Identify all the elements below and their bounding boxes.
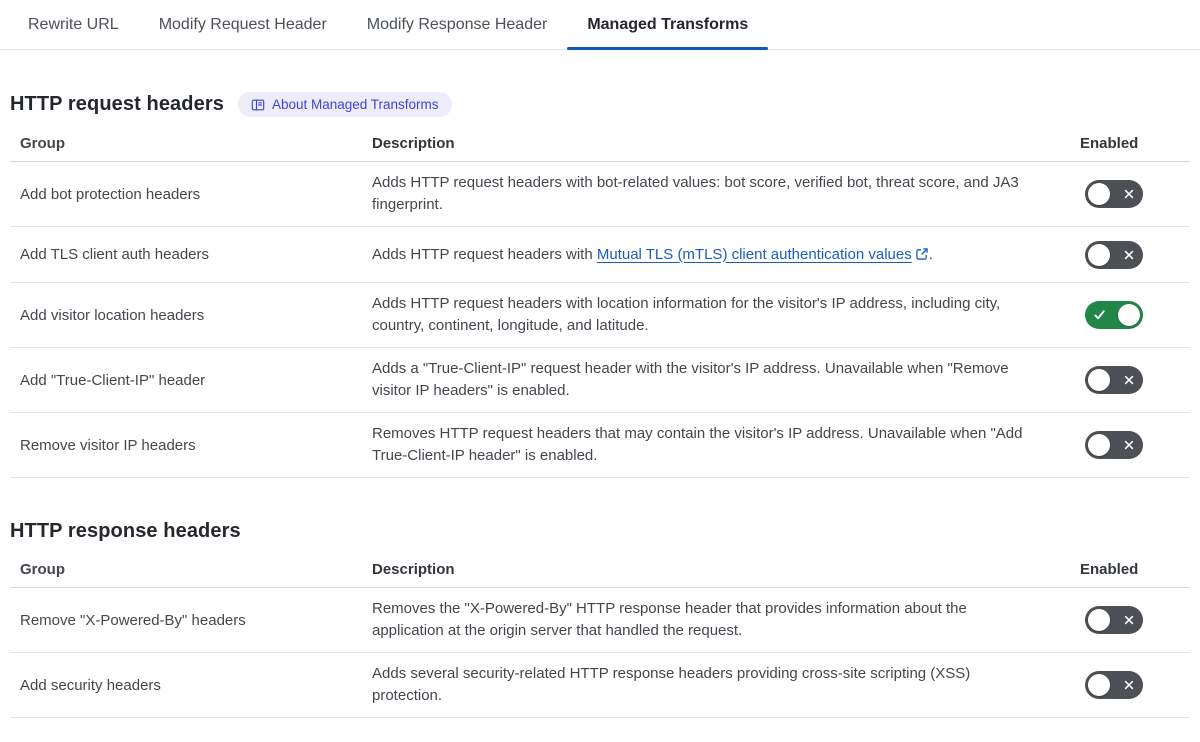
transform-rules-tabbar: Rewrite URL Modify Request Header Modify… <box>0 0 1200 50</box>
x-icon <box>1123 439 1135 451</box>
x-icon <box>1123 188 1135 200</box>
tab-modify-response-header[interactable]: Modify Response Header <box>347 0 568 49</box>
table-row: Remove "X-Powered-By" headers Removes th… <box>10 588 1190 653</box>
row-group-label: Add bot protection headers <box>20 185 201 203</box>
x-icon <box>1123 374 1135 386</box>
table: Group Description Enabled Add bot protec… <box>10 131 1190 478</box>
enabled-toggle[interactable] <box>1085 240 1143 269</box>
description-text: Adds HTTP request headers with <box>372 245 597 263</box>
section-header: HTTP response headers <box>10 520 1190 543</box>
section: HTTP response headers Group Description … <box>10 520 1190 718</box>
tab-rewrite-url[interactable]: Rewrite URL <box>8 0 139 49</box>
enabled-toggle[interactable] <box>1085 671 1143 699</box>
section-title: HTTP request headers <box>10 93 224 115</box>
row-group-label: Add security headers <box>20 676 161 694</box>
enabled-toggle[interactable] <box>1085 366 1143 394</box>
tab-label: Rewrite URL <box>28 15 119 33</box>
section-header: HTTP request headers About Managed Trans… <box>10 92 1190 117</box>
table: Group Description Enabled Remove "X-Powe… <box>10 557 1190 718</box>
row-group-label: Add TLS client auth headers <box>20 246 210 263</box>
toggle-knob <box>1088 674 1110 696</box>
x-icon <box>1123 249 1135 261</box>
row-description: Adds a "True-Client-IP" request header w… <box>372 360 1009 399</box>
row-enabled-cell <box>1080 671 1190 699</box>
section-title: HTTP response headers <box>10 520 241 542</box>
table-header-row: Group Description Enabled <box>10 131 1190 162</box>
managed-transforms-content: HTTP request headers About Managed Trans… <box>0 92 1200 718</box>
description-text: . <box>928 245 933 263</box>
about-managed-transforms-badge[interactable]: About Managed Transforms <box>237 92 452 117</box>
table-row: Add security headers Adds several securi… <box>10 653 1190 718</box>
row-group-label: Add "True-Client-IP" header <box>20 371 206 389</box>
row-group-label: Add visitor location headers <box>20 306 205 324</box>
row-enabled-cell <box>1080 301 1190 329</box>
table-row: Add "True-Client-IP" header Adds a "True… <box>10 348 1190 413</box>
enabled-toggle[interactable] <box>1085 431 1143 459</box>
enabled-toggle[interactable] <box>1085 180 1143 208</box>
row-enabled-cell <box>1080 366 1190 394</box>
tab-label: Modify Response Header <box>366 15 548 33</box>
row-description: Adds several security-related HTTP respo… <box>372 665 971 704</box>
toggle-knob <box>1118 304 1140 326</box>
row-description: Adds HTTP request headers with bot-relat… <box>372 174 1019 213</box>
row-enabled-cell <box>1080 240 1190 269</box>
tab-modify-request-header[interactable]: Modify Request Header <box>139 0 347 49</box>
row-enabled-cell <box>1080 431 1190 459</box>
toggle-knob <box>1088 609 1110 631</box>
book-icon <box>251 98 265 112</box>
column-header-description: Description <box>372 135 455 152</box>
toggle-knob <box>1088 369 1110 391</box>
external-link-icon <box>912 246 929 263</box>
table-row: Add bot protection headers Adds HTTP req… <box>10 162 1190 227</box>
check-icon <box>1093 309 1106 322</box>
description-link[interactable]: Mutual TLS (mTLS) client authentication … <box>597 246 929 263</box>
enabled-toggle[interactable] <box>1085 606 1143 634</box>
toggle-knob <box>1088 434 1110 456</box>
x-icon <box>1123 679 1135 691</box>
table-row: Add TLS client auth headers Adds HTTP re… <box>10 227 1190 283</box>
table-row: Add visitor location headers Adds HTTP r… <box>10 283 1190 348</box>
column-header-enabled: Enabled <box>1080 135 1139 152</box>
row-group-label: Remove "X-Powered-By" headers <box>20 611 246 629</box>
section: HTTP request headers About Managed Trans… <box>10 92 1190 478</box>
column-header-group: Group <box>20 135 65 152</box>
table-row: Remove visitor IP headers Removes HTTP r… <box>10 413 1190 478</box>
column-header-group: Group <box>20 561 65 578</box>
enabled-toggle[interactable] <box>1085 301 1143 329</box>
row-enabled-cell <box>1080 606 1190 634</box>
row-group-label: Remove visitor IP headers <box>20 436 196 454</box>
toggle-knob <box>1088 243 1110 266</box>
column-header-description: Description <box>372 561 455 578</box>
row-enabled-cell <box>1080 180 1190 208</box>
description-link-text: Mutual TLS (mTLS) client authentication … <box>596 245 912 263</box>
x-icon <box>1123 614 1135 626</box>
tab-label: Managed Transforms <box>587 15 749 33</box>
tab-managed-transforms[interactable]: Managed Transforms <box>567 0 769 50</box>
toggle-knob <box>1088 183 1110 205</box>
tab-label: Modify Request Header <box>158 15 327 33</box>
row-description: Removes the "X-Powered-By" HTTP response… <box>372 600 967 639</box>
badge-label: About Managed Transforms <box>271 97 439 112</box>
table-header-row: Group Description Enabled <box>10 557 1190 588</box>
row-description: Removes HTTP request headers that may co… <box>372 425 1023 464</box>
row-description: Adds HTTP request headers with location … <box>372 295 1001 334</box>
column-header-enabled: Enabled <box>1080 561 1139 578</box>
row-description: Adds HTTP request headers with Mutual TL… <box>372 244 1080 266</box>
